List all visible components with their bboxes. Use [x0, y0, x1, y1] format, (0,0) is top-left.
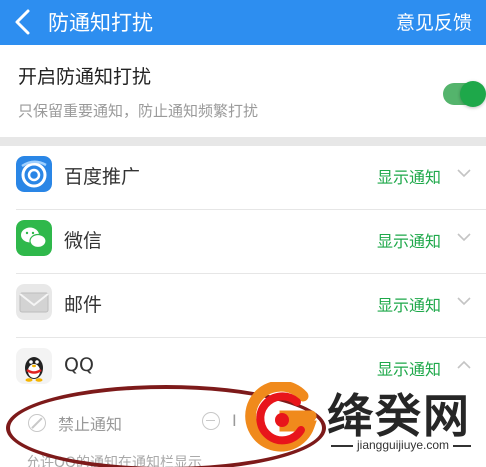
notification-status: 显示通知: [377, 296, 442, 315]
app-row-mail[interactable]: 邮件 显示通知: [0, 274, 486, 338]
page-title: 防通知打扰: [48, 11, 153, 35]
notification-status: 显示通知: [377, 168, 442, 187]
watermark-name: 绛癸网: [327, 389, 471, 443]
chevron-down-icon: [457, 297, 471, 306]
app-name: QQ: [64, 354, 94, 376]
anti-disturb-switch[interactable]: [443, 81, 486, 107]
qq-icon: [16, 348, 52, 384]
chevron-down-icon: [457, 233, 471, 242]
app-header: 防通知打扰 意见反馈: [0, 0, 486, 45]
wechat-icon: [16, 220, 52, 256]
baidu-tuiguang-icon: [16, 156, 52, 192]
switch-knob: [460, 81, 486, 107]
app-name: 微信: [64, 230, 103, 252]
anti-disturb-toggle-row: 开启防通知打扰 只保留重要通知，防止通知频繁打扰: [0, 45, 486, 137]
section-divider: [0, 137, 486, 146]
watermark-url: jiangguijiuye.com: [353, 438, 454, 452]
app-name: 邮件: [64, 294, 103, 316]
toggle-title: 开启防通知打扰: [18, 66, 152, 88]
app-row-baidu-tuiguang[interactable]: 百度推广 显示通知: [0, 146, 486, 210]
watermark: 绛癸网 jiangguijiuye.com: [245, 378, 486, 467]
chevron-up-icon: [457, 360, 471, 369]
back-arrow-icon[interactable]: [12, 8, 34, 36]
notification-status: 显示通知: [377, 232, 442, 251]
notification-status: 显示通知: [377, 360, 442, 379]
toggle-subtitle: 只保留重要通知，防止通知频繁打扰: [18, 102, 259, 120]
watermark-logo-icon: [245, 382, 317, 452]
chevron-down-icon: [457, 169, 471, 178]
app-name: 百度推广: [64, 166, 141, 188]
app-row-wechat[interactable]: 微信 显示通知: [0, 210, 486, 274]
feedback-button[interactable]: 意见反馈: [396, 8, 472, 35]
mail-icon: [16, 284, 52, 320]
